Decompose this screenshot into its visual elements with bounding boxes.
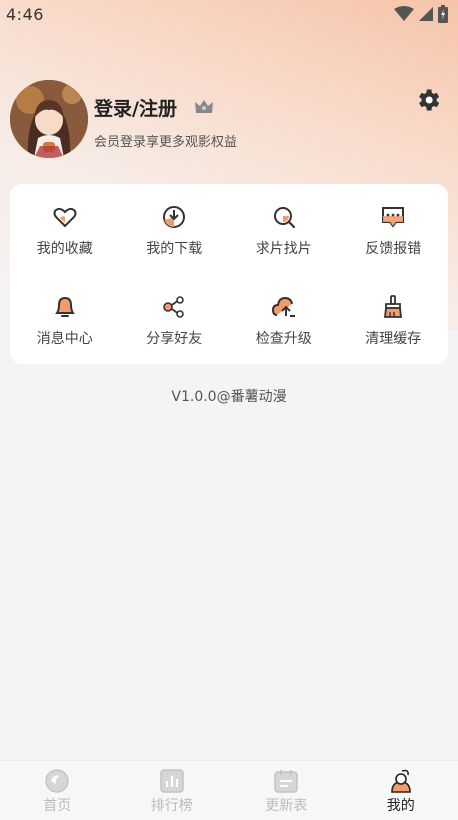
menu-item-label: 我的收藏 [36,241,93,257]
tab-label: 我的 [386,798,415,814]
function-menu-card: 我的收藏 我的下载 求片找片 反馈报错 消息中心 分享好友 检查升级 清理缓存 [10,184,448,364]
tab-mine[interactable]: 我的 [344,761,458,820]
share-icon [163,296,185,318]
menu-item-feedback[interactable]: 反馈报错 [339,184,449,274]
menu-item-label: 求片找片 [255,241,312,257]
upgrade-icon [271,296,295,317]
feedback-icon [382,207,405,228]
menu-item-request[interactable]: 求片找片 [229,184,339,274]
tab-home[interactable]: 首页 [0,761,115,820]
calendar-icon [274,770,298,793]
status-icons [394,5,448,23]
battery-icon [438,5,448,23]
bottom-tab-bar: 首页 排行榜 更新表 我的 [0,760,458,820]
menu-item-downloads[interactable]: 我的下载 [120,184,230,274]
menu-item-upgrade[interactable]: 检查升级 [229,274,339,364]
search-icon [273,207,295,229]
menu-item-label: 检查升级 [255,331,312,347]
bell-icon [54,296,75,317]
avatar[interactable] [10,80,88,158]
menu-item-label: 消息中心 [36,331,93,347]
profile-icon [390,769,411,793]
heart-icon [53,207,77,228]
menu-item-label: 清理缓存 [365,331,422,347]
home-icon [45,769,69,793]
settings-gear-icon[interactable] [414,86,442,114]
tab-schedule[interactable]: 更新表 [229,761,344,820]
ranking-icon [160,769,184,793]
menu-item-clear-cache[interactable]: 清理缓存 [339,274,449,364]
menu-item-label: 反馈报错 [365,241,422,257]
status-bar: 4:46 [0,0,458,28]
login-subtitle: 会员登录享更多观影权益 [94,135,238,150]
broom-icon [384,295,403,318]
download-icon [163,206,186,228]
status-time: 4:46 [6,4,44,24]
version-text: V1.0.0@番薯动漫 [171,389,287,405]
tab-label: 首页 [43,798,72,814]
avatar-illustration [10,80,88,158]
tab-ranking[interactable]: 排行榜 [115,761,230,820]
tab-label: 排行榜 [150,798,193,814]
menu-item-messages[interactable]: 消息中心 [10,274,120,364]
menu-item-favorites[interactable]: 我的收藏 [10,184,120,274]
profile-header: 登录/注册 会员登录享更多观影权益 [10,80,448,160]
menu-item-label: 分享好友 [146,331,203,347]
wifi-icon [394,6,414,21]
menu-item-share[interactable]: 分享好友 [120,274,230,364]
crown-icon [195,100,213,113]
tab-label: 更新表 [265,798,308,814]
login-register-link[interactable]: 登录/注册 [94,94,177,121]
signal-icon [419,7,433,21]
menu-item-label: 我的下载 [146,241,203,257]
